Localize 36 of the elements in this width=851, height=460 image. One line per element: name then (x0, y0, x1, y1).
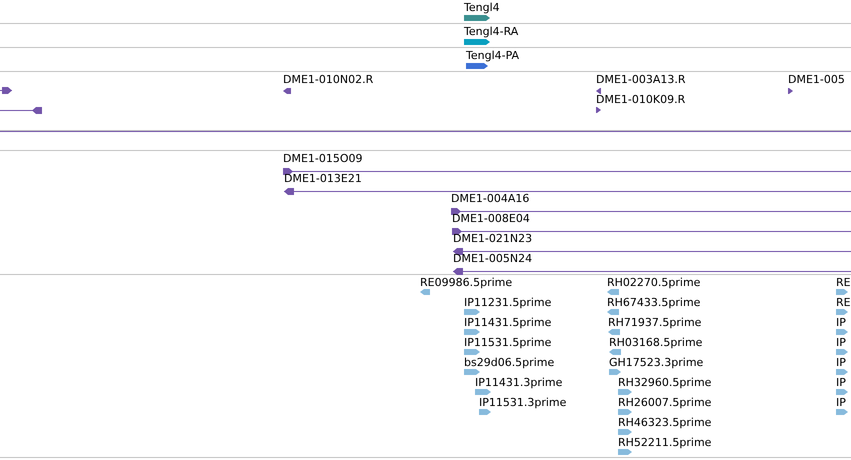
feature-label: DME1-010N02.R (283, 73, 374, 86)
feature-label: DME1-005N24 (453, 252, 532, 265)
feature-label: RH26007.5prime (618, 396, 712, 409)
feature-label: RH52211.5prime (618, 436, 712, 449)
feature-label: IP (836, 396, 846, 409)
feature-label: IP (836, 316, 846, 329)
feature-label: IP11531.5prime (464, 336, 552, 349)
feature-label: RH32960.5prime (618, 376, 712, 389)
feature-label: IP11531.3prime (479, 396, 566, 409)
feature-label: DME1-003A13.R (596, 73, 686, 86)
feature-label: IP11231.5prime (464, 296, 552, 309)
feature-label: RH03168.5prime (609, 336, 702, 349)
feature-label: DME1-004A16 (451, 192, 530, 205)
feature-label: DME1-005 (788, 73, 845, 86)
feature-label: DME1-008E04 (452, 212, 530, 225)
feature-label: IP11431.5prime (464, 316, 552, 329)
feature-label: Tengl4-RA (464, 25, 518, 38)
feature-label: RE09986.5prime (420, 276, 512, 289)
feature-label: DME1-010K09.R (596, 93, 686, 106)
feature-label: RE (836, 276, 851, 289)
feature-label: bs29d06.5prime (464, 356, 554, 369)
feature-label: RE (836, 296, 851, 309)
feature-label: IP (836, 376, 846, 389)
feature-label: IP (836, 356, 846, 369)
feature-label: IP11431.3prime (475, 376, 562, 389)
feature-label: IP (836, 336, 846, 349)
feature-label: Tengl4-PA (466, 49, 520, 62)
feature-label: RH67433.5prime (607, 296, 700, 309)
feature-label: Tengl4 (464, 1, 500, 14)
feature-label: DME1-013E21 (284, 172, 362, 185)
feature-label: DME1-021N23 (453, 232, 532, 245)
feature-label: RH46323.5prime (618, 416, 712, 429)
feature-label: GH17523.3prime (609, 356, 704, 369)
feature-label: DME1-015O09 (283, 152, 363, 165)
feature-label: RH71937.5prime (608, 316, 702, 329)
feature-label: RH02270.5prime (607, 276, 700, 289)
